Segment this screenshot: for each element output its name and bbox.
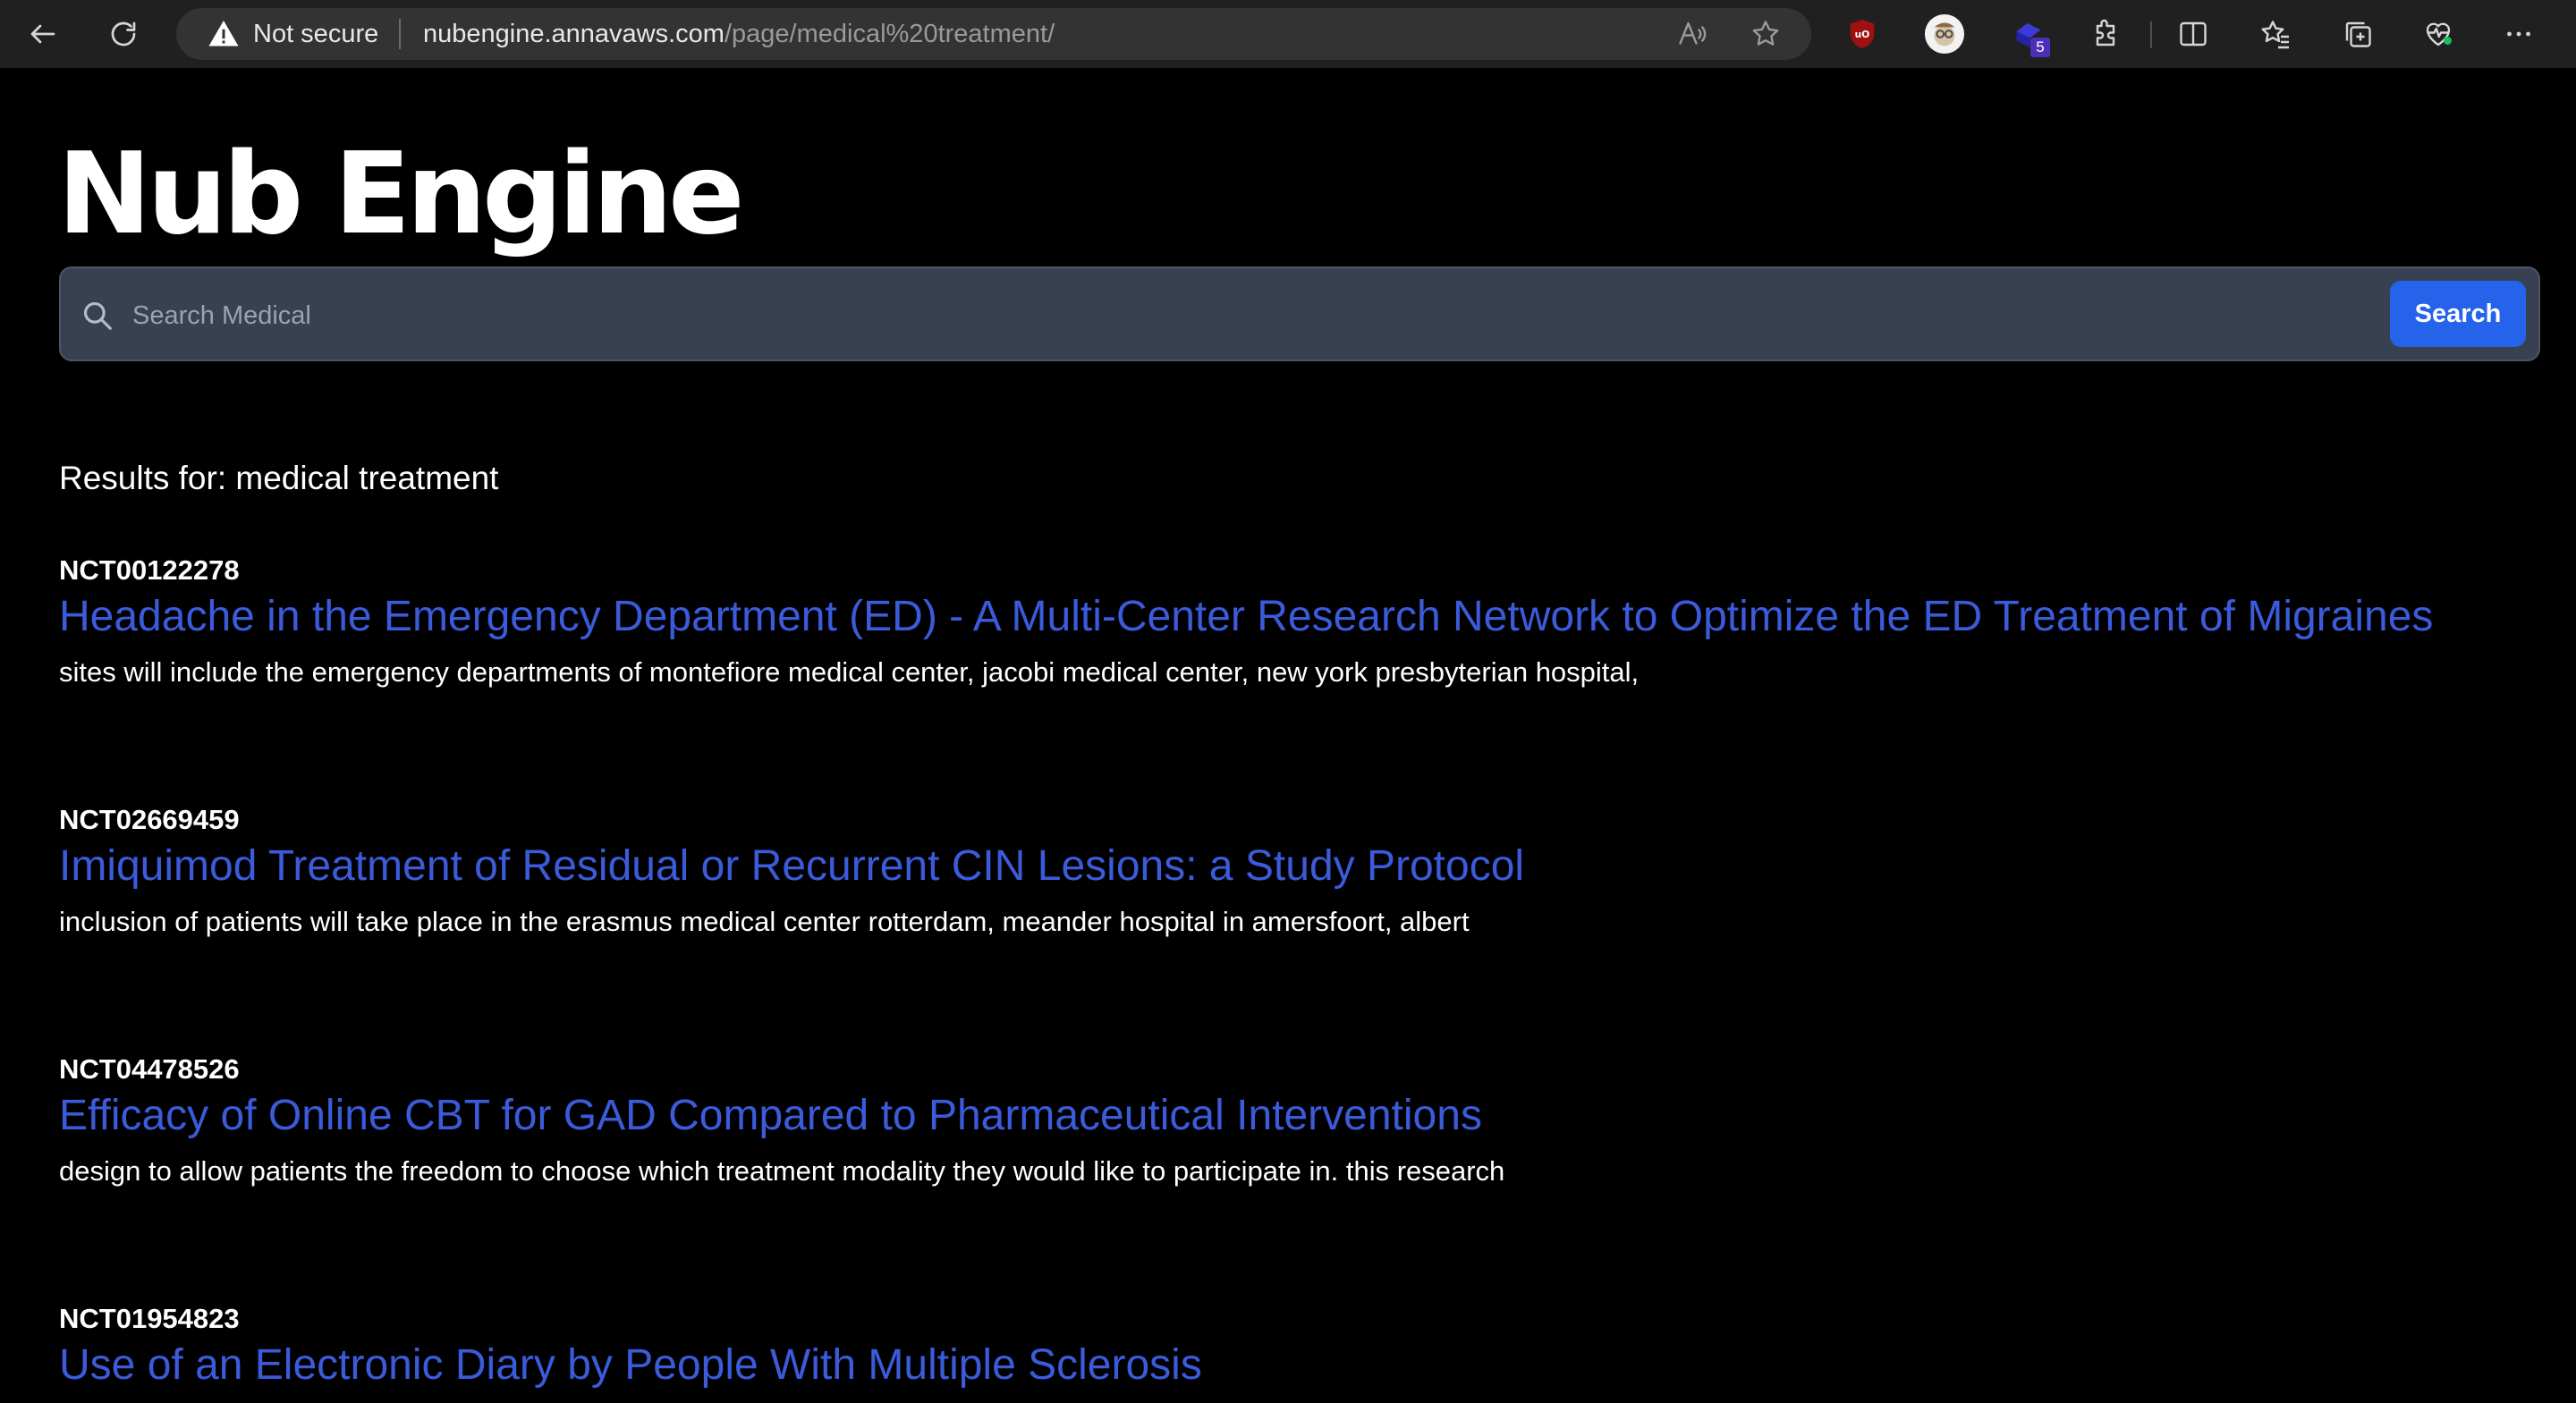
search-box: Search	[59, 266, 2540, 361]
result-item: NCT00122278 Headache in the Emergency De…	[59, 553, 2528, 696]
more-dots-icon	[2507, 31, 2530, 37]
url-host: nubengine.annavaws.com	[423, 20, 724, 48]
result-id: NCT00122278	[59, 554, 240, 586]
back-arrow-icon	[30, 24, 55, 44]
svg-text:uO: uO	[1855, 29, 1870, 40]
result-snippet: sites will include the emergency departm…	[59, 656, 1640, 688]
security-status[interactable]: Not secure	[253, 18, 378, 50]
site-title[interactable]: Nub Engine	[57, 127, 745, 261]
search-button[interactable]: Search	[2390, 281, 2526, 347]
puzzle-icon	[2096, 19, 2115, 46]
star-icon	[1752, 21, 1779, 46]
read-aloud-icon	[1679, 21, 1707, 45]
extension-badge-count: 5	[2030, 38, 2050, 57]
extension-badge-button[interactable]: 5	[2005, 11, 2052, 57]
extensions-button[interactable]	[2082, 11, 2129, 57]
profile-extension-button[interactable]	[1921, 11, 1968, 57]
split-screen-button[interactable]	[2170, 11, 2216, 57]
ublock-extension-button[interactable]: uO	[1839, 11, 1885, 57]
result-id: NCT04478526	[59, 1053, 240, 1085]
result-title-link[interactable]: Headache in the Emergency Department (ED…	[59, 590, 2433, 644]
page-content: Nub Engine Search Results for: medical t…	[0, 68, 2576, 1403]
result-item: NCT01954823 Use of an Electronic Diary b…	[59, 1301, 2528, 1403]
results-heading: Results for: medical treatment	[59, 460, 499, 496]
search-input[interactable]	[132, 291, 2422, 341]
refresh-icon	[111, 21, 136, 46]
browser-toolbar: Not secure nubengine.annavaws.com/page/m…	[0, 0, 2576, 68]
address-divider	[399, 19, 401, 49]
browser-essentials-button[interactable]	[2415, 11, 2462, 57]
result-snippet: design to allow patients the freedom to …	[59, 1155, 1505, 1187]
ublock-shield-icon: uO	[1850, 20, 1875, 48]
result-title-link[interactable]: Efficacy of Online CBT for GAD Compared …	[59, 1089, 1482, 1143]
result-id: NCT02669459	[59, 804, 240, 835]
result-snippet: inclusion of patients will take place in…	[59, 906, 1470, 937]
favorites-icon	[2261, 21, 2289, 49]
refresh-button[interactable]	[100, 11, 147, 57]
collections-button[interactable]	[2334, 11, 2381, 57]
url-text[interactable]: nubengine.annavaws.com/page/medical%20tr…	[423, 18, 1055, 50]
result-item: NCT02669459 Imiquimod Treatment of Resid…	[59, 802, 2528, 945]
result-item: NCT04478526 Efficacy of Online CBT for G…	[59, 1052, 2528, 1195]
heart-pulse-icon	[2426, 22, 2452, 46]
favorite-star-button[interactable]	[1742, 11, 1789, 57]
search-icon	[83, 301, 112, 330]
warning-icon	[208, 21, 239, 46]
read-aloud-button[interactable]	[1669, 11, 1716, 57]
result-title-link[interactable]: Imiquimod Treatment of Residual or Recur…	[59, 840, 1524, 893]
result-id: NCT01954823	[59, 1303, 240, 1334]
url-path: /page/medical%20treatment/	[724, 20, 1055, 48]
result-title-link[interactable]: Use of an Electronic Diary by People Wit…	[59, 1339, 1202, 1392]
back-button[interactable]	[20, 11, 66, 57]
settings-menu-button[interactable]	[2496, 11, 2542, 57]
favorites-button[interactable]	[2252, 11, 2299, 57]
collections-icon	[2345, 21, 2371, 47]
toolbar-divider	[2150, 21, 2152, 48]
avatar-icon	[1924, 13, 1965, 55]
split-screen-icon	[2180, 21, 2207, 46]
